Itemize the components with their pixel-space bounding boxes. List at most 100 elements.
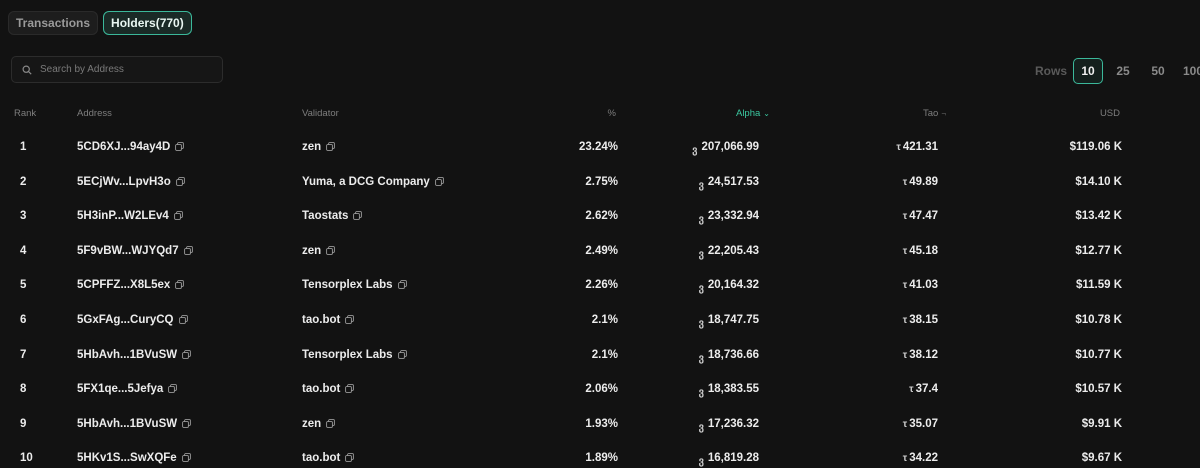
copy-icon[interactable] [326,245,336,255]
chevron-down-icon: ⌄ [763,109,770,118]
percent-cell: 2.1% [591,314,618,326]
tao-cell: τ 37.4 [909,382,938,397]
alpha-symbol: ვ [698,421,704,433]
address-link[interactable]: 5FX1qe...5Jefya [77,383,163,395]
validator-link[interactable]: zen [302,141,321,153]
address-link[interactable]: 5GxFAg...CuryCQ [77,314,174,326]
address-link[interactable]: 5CD6XJ...94ay4D [77,141,170,153]
address-cell: 5F9vBW...WJYQd7 [77,244,193,258]
copy-icon[interactable] [353,211,363,221]
validator-link[interactable]: Tensorplex Labs [302,279,393,291]
copy-icon[interactable] [178,315,188,324]
rank-cell: 1 [20,141,27,153]
rows-option-25[interactable]: 25 [1108,58,1138,84]
copy-icon[interactable] [175,280,185,290]
copy-icon[interactable] [182,418,191,428]
tao-cell: τ 41.03 [903,278,938,293]
tab-bar: Transactions Holders(770) [8,11,192,35]
alpha-cell: ვ 207,066.99 [692,140,759,156]
tao-cell: τ 47.47 [903,209,938,224]
table-row[interactable]: 1 5CD6XJ...94ay4D zen 23.24% ვ 207,066.99 τ 421… [0,140,1200,174]
percent-cell: 1.89% [585,452,618,465]
tab-holders[interactable]: Holders(770) [103,11,192,35]
tao-value: 38.15 [909,314,938,326]
tao-value: 37.4 [915,383,938,396]
copy-icon[interactable] [168,384,178,394]
validator-link[interactable]: zen [302,245,321,257]
validator-link[interactable]: Tensorplex Labs [302,349,393,361]
validator-link[interactable]: Taostats [302,210,348,222]
table-row[interactable]: 9 5HbAvh...1BVuSW zen 1.93% ვ 17,236.32 τ 35.07… [0,417,1200,451]
copy-icon[interactable] [175,142,185,151]
table-row[interactable]: 2 5ECjWv...LpvH3o Yuma, a DCG Company 2.75%… [0,175,1200,209]
copy-icon[interactable] [173,211,183,221]
address-link[interactable]: 5H3inP...W2LEv4 [77,210,169,222]
validator-cell: zen [302,140,336,154]
column-usd-header[interactable]: USD [1100,108,1120,119]
copy-icon[interactable] [175,176,185,186]
table-row[interactable]: 8 5FX1qe...5Jefya tao.bot 2.06% ვ 18,383.55 τ 3… [0,382,1200,416]
percent-cell: 2.26% [585,279,618,292]
tao-cell: τ 35.07 [903,417,938,432]
column-rank-header[interactable]: Rank [14,108,36,119]
copy-icon[interactable] [345,384,355,394]
validator-link[interactable]: Yuma, a DCG Company [302,176,430,188]
copy-icon[interactable] [434,176,444,186]
copy-icon[interactable] [326,418,336,428]
copy-icon[interactable] [182,349,191,359]
alpha-value: 24,517.53 [707,175,759,188]
address-link[interactable]: 5CPFFZ...X8L5ex [77,279,170,291]
address-cell: 5GxFAg...CuryCQ [77,313,188,327]
table-row[interactable]: 10 5HKv1S...SwXQFe tao.bot 1.89% ვ 16,819.28 τ… [0,451,1200,468]
alpha-cell: ვ 24,517.53 [699,175,759,191]
copy-icon[interactable] [397,349,407,359]
copy-icon[interactable] [345,315,355,324]
table-row[interactable]: 5 5CPFFZ...X8L5ex Tensorplex Labs 2.26% ვ 20,… [0,278,1200,312]
rows-option-50[interactable]: 50 [1143,58,1173,84]
alpha-value: 16,819.28 [707,452,759,465]
percent-cell: 2.62% [585,210,618,223]
sort-icon: ¬ [941,109,946,118]
address-cell: 5HbAvh...1BVuSW [77,348,191,362]
table-row[interactable]: 3 5H3inP...W2LEv4 Taostats 2.62% ვ 23,332.94 τ… [0,209,1200,243]
column-validator-header[interactable]: Validator [302,108,339,119]
validator-link[interactable]: tao.bot [302,383,340,395]
address-link[interactable]: 5F9vBW...WJYQd7 [77,245,179,257]
search-input[interactable] [40,64,210,75]
alpha-symbol: ვ [698,318,704,329]
validator-link[interactable]: tao.bot [302,314,340,326]
column-alpha-header[interactable]: Alpha ⌄ [736,108,770,119]
copy-icon[interactable] [183,245,193,255]
tao-symbol: τ [902,418,908,430]
alpha-symbol: ვ [692,145,698,156]
validator-link[interactable]: zen [302,418,321,430]
tao-value: 49.89 [909,175,938,188]
tab-transactions[interactable]: Transactions [8,11,99,35]
tao-value: 45.18 [909,244,938,257]
rank-cell: 9 [20,417,27,430]
table-row[interactable]: 4 5F9vBW...WJYQd7 zen 2.49% ვ 22,205.43 τ 45.18… [0,244,1200,278]
table-row[interactable]: 7 5HbAvh...1BVuSW Tensorplex Labs 2.1% ვ 18,7… [0,348,1200,382]
rows-option-100[interactable]: 100 [1178,58,1200,84]
address-link[interactable]: 5ECjWv...LpvH3o [77,176,171,188]
tao-cell: τ 421.31 [896,140,938,155]
address-link[interactable]: 5HbAvh...1BVuSW [77,418,177,430]
copy-icon[interactable] [397,280,407,290]
column-tao-header[interactable]: Tao ¬ [923,108,946,119]
usd-cell: $9.91 K [1081,417,1122,430]
address-link[interactable]: 5HKv1S...SwXQFe [77,452,177,464]
tao-value: 38.12 [909,348,938,361]
usd-cell: $13.42 K [1075,210,1122,223]
tao-value: 421.31 [902,141,938,153]
copy-icon[interactable] [181,453,191,463]
copy-icon[interactable] [326,142,336,151]
alpha-cell: ვ 20,164.32 [699,278,759,294]
search-box[interactable] [11,56,223,83]
rows-option-10[interactable]: 10 [1073,58,1104,84]
address-link[interactable]: 5HbAvh...1BVuSW [77,349,177,361]
validator-link[interactable]: tao.bot [302,452,340,464]
column-address-header[interactable]: Address [77,108,112,119]
column-percent-header[interactable]: % [608,108,616,119]
table-row[interactable]: 6 5GxFAg...CuryCQ tao.bot 2.1% ვ 18,747.75 τ 38… [0,313,1200,347]
copy-icon[interactable] [345,453,355,463]
